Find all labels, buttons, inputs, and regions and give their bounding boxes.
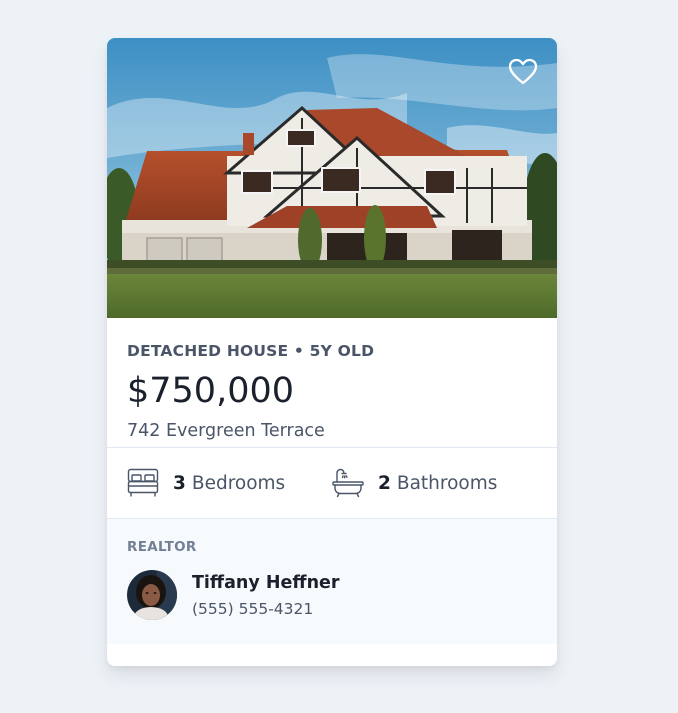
- property-age: 5y old: [309, 342, 375, 360]
- listing-photo[interactable]: [107, 38, 557, 318]
- listing-features: 3 Bedrooms 2 Bathrooms: [107, 447, 557, 519]
- bedrooms-label: Bedrooms: [191, 472, 286, 494]
- bathrooms-label: Bathrooms: [396, 472, 498, 494]
- house-photo: [107, 38, 557, 318]
- favorite-heart-icon[interactable]: [508, 58, 538, 86]
- property-meta: Detached house • 5y old: [127, 342, 375, 360]
- bedrooms-feature: 3 Bedrooms: [127, 448, 285, 518]
- realtor-section: Realtor Tiffany Heffner (555) 555-4321: [107, 519, 557, 644]
- realtor-agent[interactable]: Tiffany Heffner (555) 555-4321: [127, 570, 537, 620]
- bathtub-icon: [332, 468, 364, 498]
- listing-price: $750,000: [127, 371, 295, 411]
- avatar[interactable]: [127, 570, 177, 620]
- realtor-info: Tiffany Heffner (555) 555-4321: [192, 572, 340, 619]
- listing-info: Detached house • 5y old $750,000 742 Eve…: [107, 318, 557, 447]
- realtor-label: Realtor: [127, 539, 197, 555]
- bathrooms-count: 2: [378, 472, 391, 494]
- bed-icon: [127, 468, 159, 497]
- property-type: Detached house: [127, 342, 289, 360]
- listing-card[interactable]: Detached house • 5y old $750,000 742 Eve…: [107, 38, 557, 666]
- realtor-phone[interactable]: (555) 555-4321: [192, 599, 340, 619]
- realtor-name: Tiffany Heffner: [192, 572, 340, 593]
- bathrooms-feature: 2 Bathrooms: [332, 448, 497, 518]
- listing-address: 742 Evergreen Terrace: [127, 421, 325, 441]
- bedrooms-count: 3: [173, 472, 186, 494]
